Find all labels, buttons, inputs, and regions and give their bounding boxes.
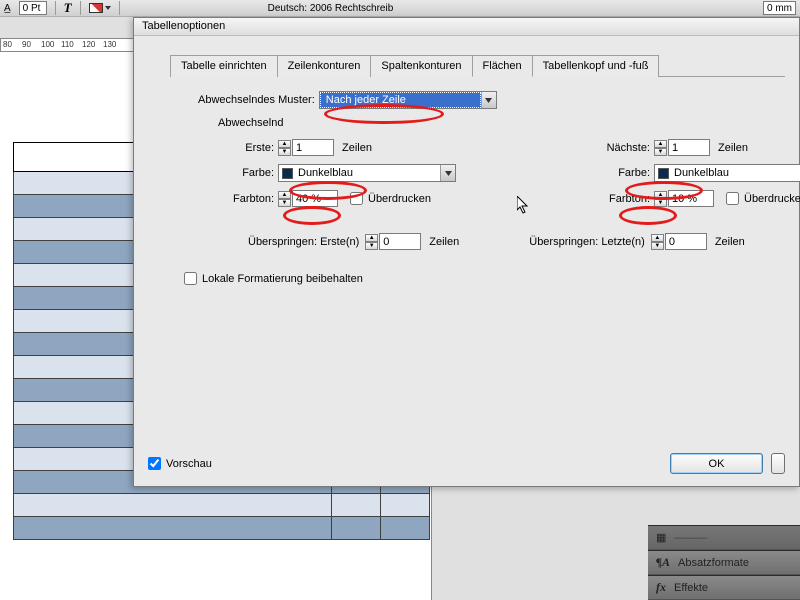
- side-panels: ▦――― ¶AAbsatzformate fxEffekte: [648, 525, 800, 600]
- skip-first-spinner[interactable]: ▲▼: [365, 234, 378, 250]
- preview-checkbox[interactable]: Vorschau: [148, 457, 212, 470]
- paragraph-icon: ¶A: [656, 555, 670, 570]
- panel-effekte[interactable]: fxEffekte: [648, 575, 800, 600]
- skip-last-label: Überspringen: Letzte(n): [529, 236, 645, 248]
- muster-dropdown[interactable]: Nach jeder Zeile: [319, 91, 497, 109]
- panel-absatzformate[interactable]: ¶AAbsatzformate: [648, 550, 800, 575]
- farbton-input-right[interactable]: [668, 190, 714, 207]
- ueberdrucken-left[interactable]: Überdrucken: [350, 192, 431, 205]
- tab-einrichten[interactable]: Tabelle einrichten: [170, 55, 278, 77]
- skip-first-label: Überspringen: Erste(n): [248, 236, 359, 248]
- mm-field[interactable]: 0 mm: [763, 1, 796, 15]
- pt-field[interactable]: 0 Pt: [19, 1, 47, 15]
- skip-first-unit: Zeilen: [429, 236, 459, 248]
- fx-icon: fx: [656, 580, 666, 595]
- naechste-spinner[interactable]: ▲▼: [654, 140, 667, 156]
- naechste-label: Nächste:: [586, 142, 654, 154]
- farbton-input-left[interactable]: [292, 190, 338, 207]
- chevron-down-icon: [440, 165, 455, 181]
- table-row: [14, 517, 430, 540]
- muster-label: Abwechselndes Muster:: [198, 94, 319, 106]
- italic-t-icon: T: [64, 0, 72, 16]
- farbe-label-right: Farbe:: [586, 167, 654, 179]
- skip-last-unit: Zeilen: [715, 236, 745, 248]
- tab-zeilenkonturen[interactable]: Zeilenkonturen: [277, 55, 372, 77]
- cancel-button-partial[interactable]: [771, 453, 785, 474]
- language-label: Deutsch: 2006 Rechtschreib: [268, 3, 394, 14]
- ueberdrucken-right[interactable]: Überdrucken: [726, 192, 800, 205]
- skip-first-input[interactable]: [379, 233, 421, 250]
- dialog-title: Tabellenoptionen: [134, 18, 799, 36]
- color-swatch-icon: [658, 168, 669, 179]
- erste-input[interactable]: [292, 139, 334, 156]
- farbe-dropdown-left[interactable]: Dunkelblau: [278, 164, 456, 182]
- erste-unit: Zeilen: [342, 142, 372, 154]
- erste-label: Erste:: [170, 142, 278, 154]
- app-toolbar: A̲ 0 Pt T Deutsch: 2006 Rechtschreib 0 m…: [0, 0, 800, 17]
- table-row: [14, 494, 430, 517]
- farbe-label-left: Farbe:: [170, 167, 278, 179]
- naechste-unit: Zeilen: [718, 142, 748, 154]
- farbton-label-left: Farbton:: [170, 193, 278, 205]
- farbton-spinner-right[interactable]: ▲▼: [654, 191, 667, 207]
- color-swatch[interactable]: [89, 3, 111, 13]
- tab-flaechen[interactable]: Flächen: [472, 55, 533, 77]
- erste-spinner[interactable]: ▲▼: [278, 140, 291, 156]
- chevron-down-icon: [481, 92, 496, 108]
- table-options-dialog: Tabellenoptionen Tabelle einrichten Zeil…: [133, 17, 800, 487]
- tab-kopf-fuss[interactable]: Tabellenkopf und -fuß: [532, 55, 660, 77]
- farbe-dropdown-right[interactable]: Dunkelblau: [654, 164, 800, 182]
- ok-button[interactable]: OK: [670, 453, 763, 474]
- panel-item[interactable]: ▦―――: [648, 525, 800, 550]
- table-icon: ▦: [656, 531, 666, 544]
- tab-bar: Tabelle einrichten Zeilenkonturen Spalte…: [170, 54, 785, 77]
- skip-last-spinner[interactable]: ▲▼: [651, 234, 664, 250]
- naechste-input[interactable]: [668, 139, 710, 156]
- char-height-icon: A̲: [4, 3, 11, 14]
- group-label: Abwechselnd: [218, 117, 785, 129]
- color-swatch-icon: [282, 168, 293, 179]
- farbton-label-right: Farbton:: [586, 193, 654, 205]
- cursor-icon: [517, 196, 531, 216]
- keep-local-checkbox[interactable]: Lokale Formatierung beibehalten: [184, 272, 785, 285]
- tab-spaltenkonturen[interactable]: Spaltenkonturen: [370, 55, 472, 77]
- skip-last-input[interactable]: [665, 233, 707, 250]
- farbton-spinner-left[interactable]: ▲▼: [278, 191, 291, 207]
